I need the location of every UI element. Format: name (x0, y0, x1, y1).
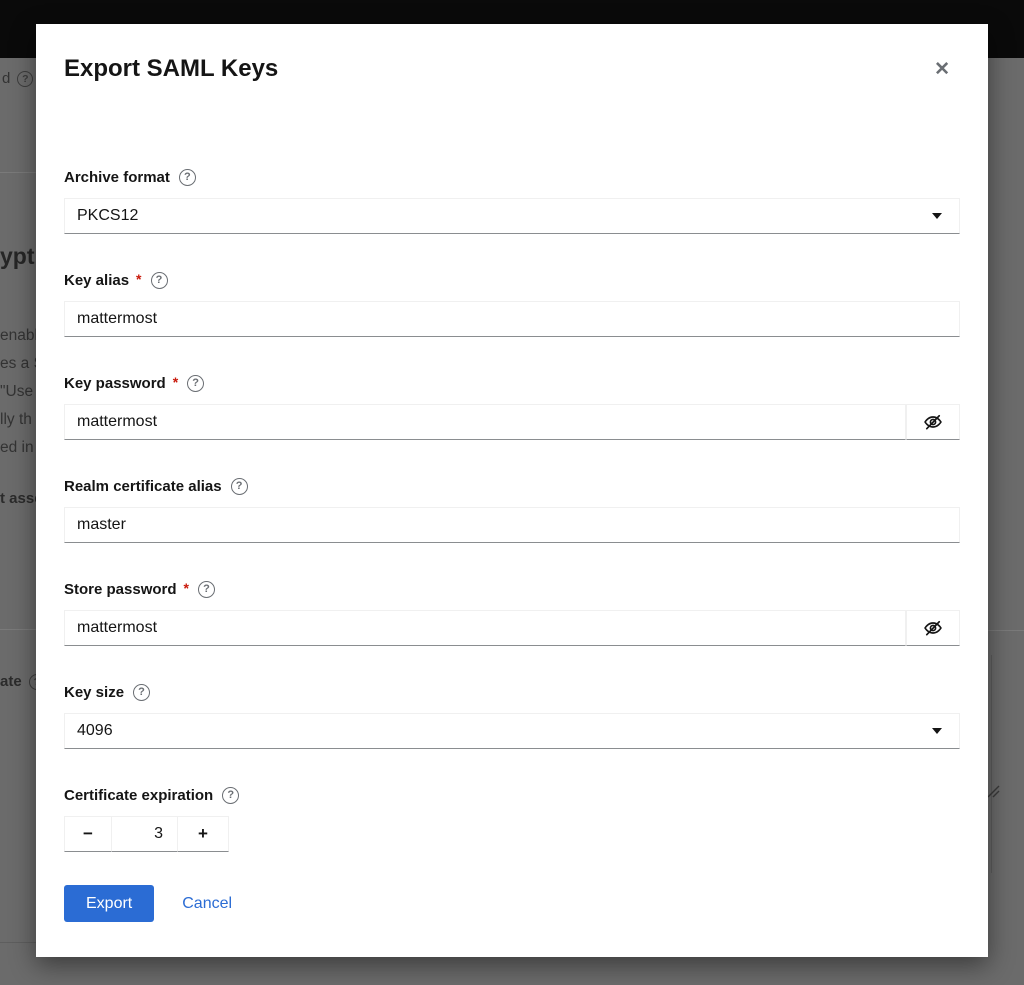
label-row: Key password * ? (64, 374, 960, 392)
decrement-button[interactable]: − (64, 816, 112, 852)
help-icon[interactable]: ? (222, 787, 239, 804)
key-size-group: Key size ? 4096 (64, 683, 960, 749)
help-icon[interactable]: ? (133, 684, 150, 701)
bg-panel-edge (991, 655, 992, 873)
field-label: Store password (64, 581, 177, 598)
bg-text-fragment: ed in (0, 439, 34, 457)
realm-certificate-alias-group: Realm certificate alias ? (64, 477, 960, 543)
eye-slash-icon (923, 412, 943, 432)
help-icon[interactable]: ? (231, 478, 248, 495)
bg-text-fragment: "Use (0, 383, 33, 401)
password-input-group (64, 610, 960, 646)
help-icon[interactable]: ? (179, 169, 196, 186)
label-row: Store password * ? (64, 580, 960, 598)
help-icon[interactable]: ? (187, 375, 204, 392)
field-label: Realm certificate alias (64, 478, 222, 495)
key-password-group: Key password * ? (64, 374, 960, 440)
key-alias-input[interactable] (64, 301, 960, 337)
archive-format-select[interactable]: PKCS12 (64, 198, 960, 234)
bg-label-text: d (2, 70, 10, 87)
eye-slash-icon (923, 618, 943, 638)
field-label: Key alias (64, 272, 129, 289)
certificate-expiration-stepper: − 3 + (64, 816, 960, 852)
label-row: Key alias * ? (64, 271, 960, 289)
modal-header: Export SAML Keys ✕ (64, 54, 960, 86)
help-icon[interactable]: ? (151, 272, 168, 289)
required-marker: * (136, 271, 141, 287)
label-row: Key size ? (64, 683, 960, 701)
bg-text-fragment: lly th (0, 411, 32, 429)
certificate-expiration-group: Certificate expiration ? − 3 + (64, 786, 960, 852)
bg-text-fragment: enabl (0, 327, 38, 345)
bg-divider (0, 942, 36, 943)
realm-certificate-alias-input[interactable] (64, 507, 960, 543)
cancel-button[interactable]: Cancel (182, 895, 232, 913)
key-alias-group: Key alias * ? (64, 271, 960, 337)
bg-divider (988, 630, 1024, 631)
bg-divider (0, 629, 36, 630)
label-row: Realm certificate alias ? (64, 477, 960, 495)
archive-format-group: Archive format ? PKCS12 (64, 168, 960, 234)
field-label: Key password (64, 375, 166, 392)
modal-actions: Export Cancel (64, 885, 960, 922)
label-row: Archive format ? (64, 168, 960, 186)
required-marker: * (173, 374, 178, 390)
export-saml-keys-modal: Export SAML Keys ✕ Archive format ? PKCS… (36, 24, 988, 957)
chevron-down-icon (932, 728, 942, 734)
field-label: Archive format (64, 169, 170, 186)
key-password-input[interactable] (64, 404, 906, 440)
required-marker: * (184, 580, 189, 596)
export-button[interactable]: Export (64, 885, 154, 922)
field-label: Certificate expiration (64, 787, 213, 804)
close-icon[interactable]: ✕ (926, 54, 958, 86)
key-size-select[interactable]: 4096 (64, 713, 960, 749)
toggle-password-visibility-button[interactable] (906, 610, 960, 646)
bg-field-label-fragment: d ? (2, 70, 33, 87)
store-password-input[interactable] (64, 610, 906, 646)
select-value: 4096 (77, 722, 113, 740)
store-password-group: Store password * ? (64, 580, 960, 646)
password-input-group (64, 404, 960, 440)
bg-divider (0, 172, 36, 173)
chevron-down-icon (932, 213, 942, 219)
label-row: Certificate expiration ? (64, 786, 960, 804)
help-icon[interactable]: ? (198, 581, 215, 598)
increment-button[interactable]: + (178, 816, 229, 852)
modal-title: Export SAML Keys (64, 54, 278, 84)
select-value: PKCS12 (77, 207, 138, 225)
field-label: Key size (64, 684, 124, 701)
help-icon: ? (17, 71, 33, 87)
bg-label-text: ate (0, 673, 22, 690)
resize-handle-icon (987, 785, 1000, 798)
toggle-password-visibility-button[interactable] (906, 404, 960, 440)
certificate-expiration-value[interactable]: 3 (112, 816, 178, 852)
